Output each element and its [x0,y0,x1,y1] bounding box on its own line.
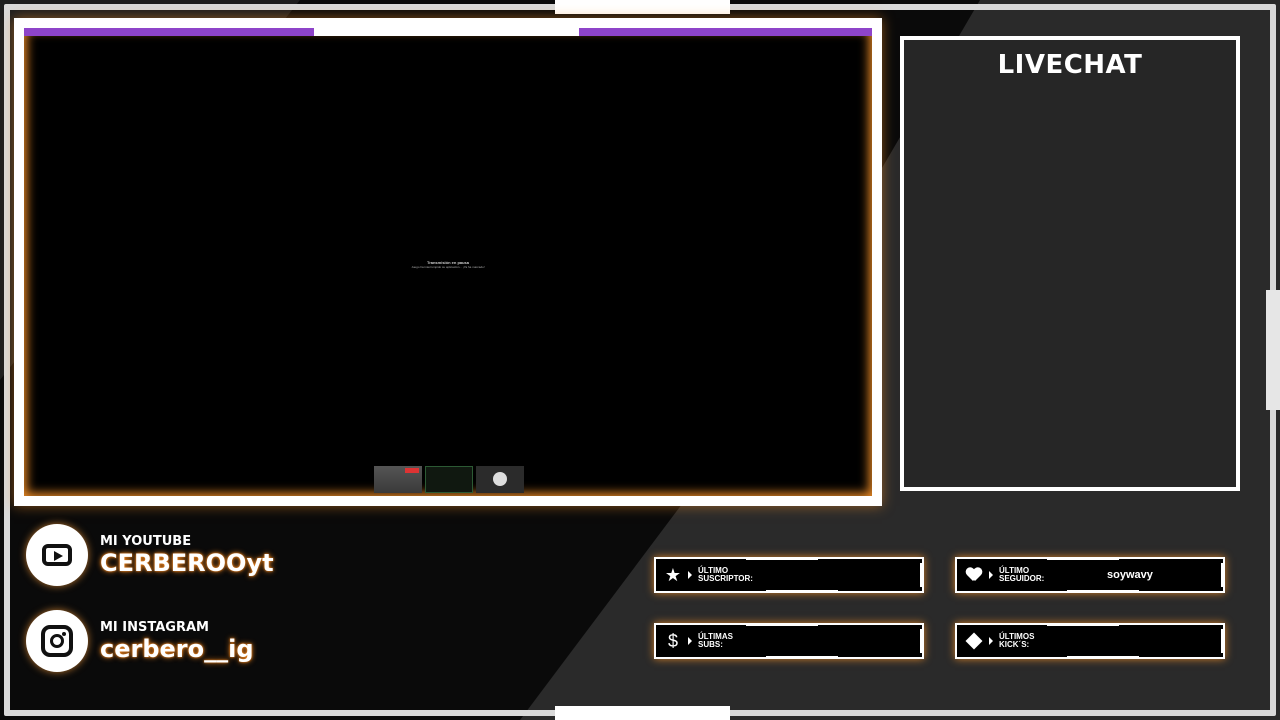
star-icon: ★ [664,564,682,585]
arrow-right-icon [989,637,993,645]
youtube-social: MI YOUTUBE CERBEROOyt [26,524,274,586]
arrow-right-icon [989,571,993,579]
skull-icon [493,472,507,486]
instagram-label: MI INSTAGRAM [100,619,209,635]
outer-frame-bottom-accent [555,706,730,720]
livechat-panel: LIVECHAT [900,36,1240,491]
outer-frame-right-accent [1266,290,1280,410]
instagram-handle: cerbero__ig [100,634,254,663]
thumbnail-app-3[interactable] [476,466,524,493]
last-follower-box: ÚLTIMO SEGUIDOR: soywavy [955,557,1225,593]
arrow-right-icon [688,637,692,645]
app-thumbnails [374,466,524,493]
game-frame-bottom-accent [314,498,579,506]
game-capture-frame: Transmisión en pausa Juego ha interrumpi… [14,18,882,506]
outer-frame-top-accent [555,0,730,14]
instagram-social: MI INSTAGRAM cerbero__ig [26,610,254,672]
youtube-label: MI YOUTUBE [100,533,192,549]
live-badge [405,468,419,473]
last-kicks-box: ÚLTIMOS KICK´S: [955,623,1225,659]
thumbnail-app-1[interactable] [374,466,422,493]
stream-paused-subtitle: Juego ha interrumpido su aplicación... ¡… [411,265,485,269]
last-subs-box: $ ÚLTIMAS SUBS: [654,623,924,659]
diamond-icon [961,632,987,650]
heart-icon [961,568,987,582]
arrow-right-icon [688,571,692,579]
youtube-handle: CERBEROOyt [100,548,274,577]
last-subs-label: ÚLTIMAS SUBS: [698,632,733,649]
youtube-icon [26,524,88,586]
instagram-icon [26,610,88,672]
dollar-icon: $ [667,630,678,651]
thumbnail-app-2[interactable] [425,466,473,493]
last-subscriber-label: ÚLTIMO SUSCRIPTOR: [698,566,753,583]
last-kicks-label: ÚLTIMOS KICK´S: [999,632,1035,649]
last-follower-value: soywavy [1107,569,1153,581]
last-subscriber-box: ★ ÚLTIMO SUSCRIPTOR: [654,557,924,593]
game-window-titlebar [24,28,872,36]
last-follower-label: ÚLTIMO SEGUIDOR: [999,566,1045,583]
titlebar-gap [314,28,579,36]
livechat-title: LIVECHAT [997,50,1143,80]
stream-paused-message: Transmisión en pausa Juego ha interrumpi… [24,260,872,269]
